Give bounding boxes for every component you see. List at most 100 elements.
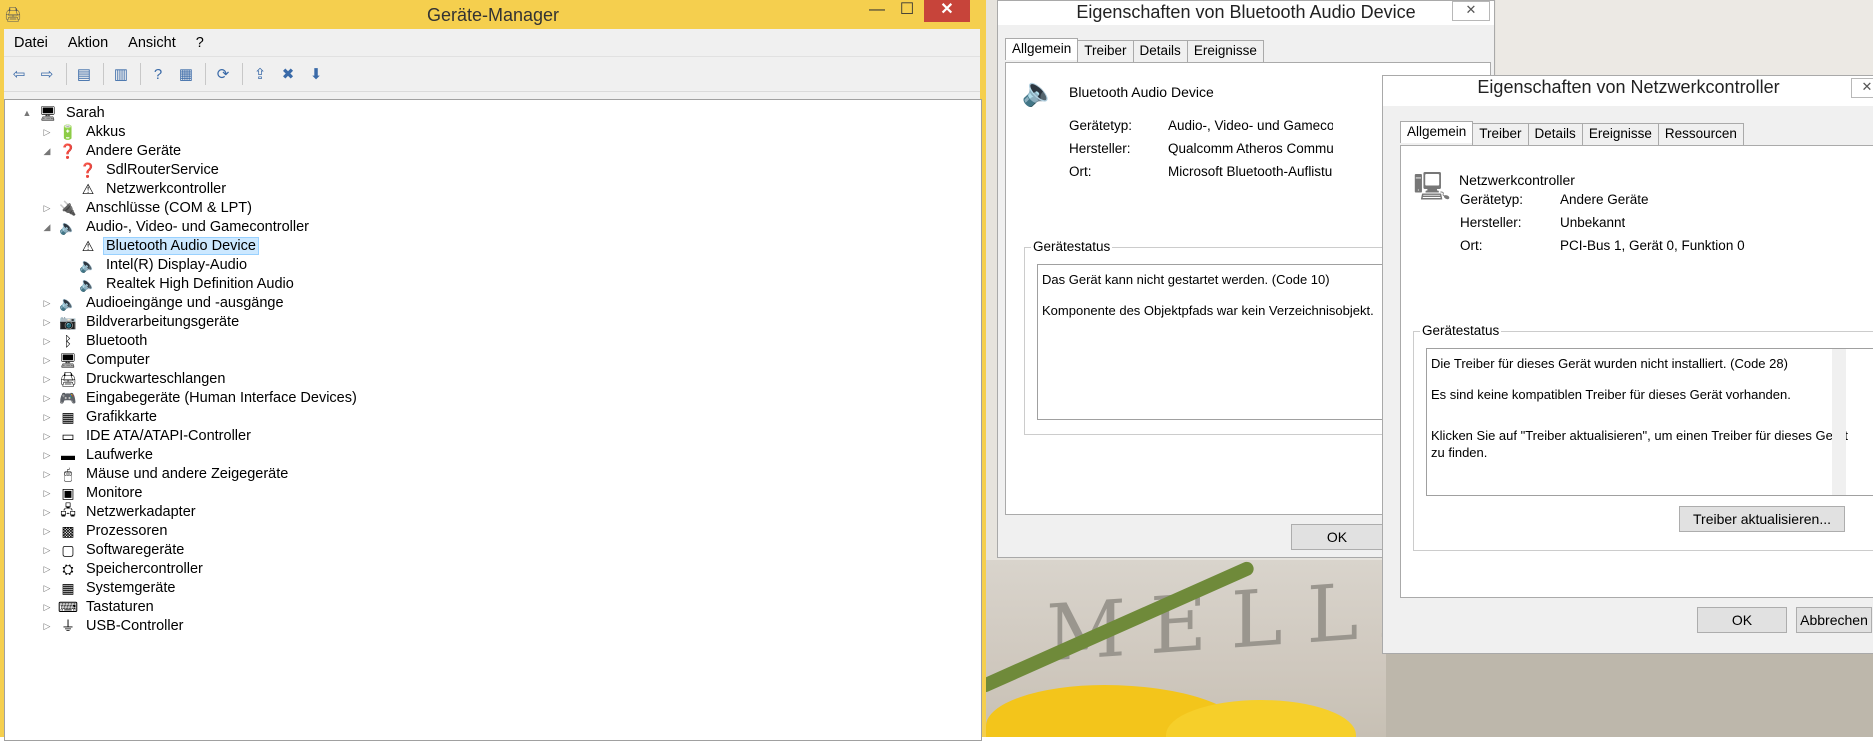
device-category-icon: ⌨ xyxy=(57,598,79,615)
property-label: Hersteller: xyxy=(1069,141,1131,156)
show-hide-icon[interactable]: ▤ xyxy=(73,63,95,85)
tree-item-label: Bluetooth Audio Device xyxy=(103,237,259,255)
tab-allgemein[interactable]: Allgemein xyxy=(1005,38,1079,60)
expand-toggle-icon[interactable]: ▷ xyxy=(41,564,53,575)
expand-toggle-icon[interactable]: ▷ xyxy=(41,355,53,366)
status-textbox[interactable]: Die Treiber für dieses Gerät wurden nich… xyxy=(1426,348,1873,496)
expand-toggle-icon[interactable]: ▷ xyxy=(41,469,53,480)
enable-icon[interactable]: ⬇ xyxy=(305,63,327,85)
network-controller-properties-dialog: Eigenschaften von Netzwerkcontroller ✕ A… xyxy=(1382,75,1873,654)
device-category-icon: ᛒ xyxy=(63,333,73,349)
status-line: Es sind keine kompatiblen Treiber für di… xyxy=(1431,387,1791,402)
expand-toggle-icon[interactable]: ▲ xyxy=(21,108,33,118)
toolbar-separator xyxy=(66,63,67,85)
expand-toggle-icon[interactable]: ▷ xyxy=(41,602,53,613)
expand-toggle-icon[interactable]: ◢ xyxy=(41,146,53,157)
property-label: Ort: xyxy=(1069,164,1092,179)
tab-allgemein[interactable]: Allgemein xyxy=(1400,121,1474,143)
device-category-icon: 🖥 xyxy=(39,104,57,121)
tree-item[interactable]: ▷ ⏚ USB-Controller xyxy=(41,615,187,637)
expand-toggle-icon[interactable]: ▷ xyxy=(41,127,53,138)
minimize-button[interactable]: — xyxy=(862,0,892,22)
device-category-icon: 🔈 xyxy=(79,256,97,273)
expand-toggle-icon[interactable]: ◢ xyxy=(41,222,53,233)
tab-treiber[interactable]: Treiber xyxy=(1077,40,1134,62)
property-value: Microsoft Bluetooth-Auflistung xyxy=(1168,164,1333,179)
device-name: Bluetooth Audio Device xyxy=(1069,84,1214,100)
device-category-icon: ▢ xyxy=(61,541,75,558)
property-value: Audio-, Video- und Gamecontroller xyxy=(1168,118,1333,133)
tab-strip: Allgemein Treiber Details Ereignisse Ressour… xyxy=(1400,121,1744,145)
tab-ereignisse[interactable]: Ereignisse xyxy=(1186,40,1264,62)
expand-toggle-icon[interactable]: ▷ xyxy=(41,317,53,328)
properties-icon[interactable]: ▥ xyxy=(110,63,132,85)
status-scrollbar[interactable] xyxy=(1832,349,1846,495)
expand-toggle-icon[interactable]: ▷ xyxy=(41,526,53,537)
tree-item-label: SdlRouterService xyxy=(106,162,219,178)
forward-icon[interactable]: ⇨ xyxy=(36,63,58,85)
expand-toggle-icon[interactable]: ▷ xyxy=(41,203,53,214)
tab-treiber[interactable]: Treiber xyxy=(1472,123,1529,145)
property-value: PCI-Bus 1, Gerät 0, Funktion 0 xyxy=(1560,238,1745,253)
expand-toggle-icon[interactable]: ▷ xyxy=(41,450,53,461)
device-manager-body: Datei Aktion Ansicht? ⇦ ⇨ ▤ ▥? ▦ ⟳ ⇪ ✖ ⬇ ▲ 🖥 Sarah ▷ 🔋… xyxy=(4,29,982,741)
maximize-button[interactable]: ☐ xyxy=(892,0,922,22)
tree-item-label: Eingabegeräte (Human Interface Devices) xyxy=(86,390,357,406)
update-driver-button[interactable]: Treiber aktualisieren... xyxy=(1679,506,1845,532)
device-category-icon: ❓ xyxy=(79,161,97,178)
expand-toggle-icon[interactable]: ▷ xyxy=(41,298,53,309)
dialog-close-button[interactable]: ✕ xyxy=(1452,1,1490,21)
tab-details[interactable]: Details xyxy=(1132,40,1188,62)
status-line: Die Treiber für dieses Gerät wurden nich… xyxy=(1431,356,1788,371)
device-tree[interactable]: ▲ 🖥 Sarah ▷ 🔋 Akkus ◢ ❓ Andere Geräte ❓ SdlRouterS… xyxy=(4,99,982,741)
cancel-button[interactable]: Abbrechen xyxy=(1796,607,1872,633)
menu-item[interactable]: Ansicht xyxy=(118,35,186,51)
expand-toggle-icon[interactable]: ▷ xyxy=(41,431,53,442)
help-icon[interactable]: ? xyxy=(147,63,169,85)
expand-toggle-icon[interactable]: ▷ xyxy=(41,545,53,556)
expand-toggle-icon[interactable]: ▷ xyxy=(41,393,53,404)
status-line: Klicken Sie auf "Treiber aktualisieren",… xyxy=(1431,428,1848,460)
device-category-icon: ▦ xyxy=(61,408,75,425)
dialog-close-button[interactable]: ✕ xyxy=(1851,78,1873,98)
menu-item[interactable]: Datei xyxy=(4,35,58,51)
tree-item-label: Computer xyxy=(86,352,150,368)
property-label: Gerätetyp: xyxy=(1460,192,1524,207)
scan-icon[interactable]: ⟳ xyxy=(212,63,234,85)
tree-item-label: Audio-, Video- und Gamecontroller xyxy=(86,219,309,235)
tab-ereignisse[interactable]: Ereignisse xyxy=(1581,123,1659,145)
device-category-icon: ❓ xyxy=(59,142,77,159)
tree-item-label: Mäuse und andere Zeigegeräte xyxy=(86,466,289,482)
property-value: Qualcomm Atheros Communications xyxy=(1168,141,1333,156)
back-icon[interactable]: ⇦ xyxy=(8,63,30,85)
expand-toggle-icon[interactable]: ▷ xyxy=(41,488,53,499)
expand-toggle-icon[interactable]: ▷ xyxy=(41,621,53,632)
ok-button[interactable]: OK xyxy=(1697,607,1787,633)
menu-item[interactable]: Aktion xyxy=(58,35,118,51)
expand-toggle-icon[interactable]: ▷ xyxy=(41,583,53,594)
tree-item-label: IDE ATA/ATAPI-Controller xyxy=(86,428,251,444)
status-group: Gerätestatus Die Treiber für dieses Gerä… xyxy=(1413,323,1873,551)
desktop-wall xyxy=(1496,0,1873,80)
update-driver-icon[interactable]: ⇪ xyxy=(249,63,271,85)
ok-button[interactable]: OK xyxy=(1291,524,1383,550)
tab-details[interactable]: Details xyxy=(1527,123,1583,145)
toolbar-separator xyxy=(140,63,141,85)
expand-toggle-icon[interactable]: ▷ xyxy=(41,507,53,518)
tree-item-label: Monitore xyxy=(86,485,143,501)
expand-toggle-icon[interactable]: ▷ xyxy=(41,412,53,423)
expand-toggle-icon[interactable]: ▷ xyxy=(41,336,53,347)
tab-ressourcen[interactable]: Ressourcen xyxy=(1657,123,1744,145)
uninstall-icon[interactable]: ✖ xyxy=(277,63,299,85)
device-category-icon: 🖧 xyxy=(60,502,76,518)
menu-bar: Datei Aktion Ansicht? xyxy=(4,29,980,56)
dialog-title: Eigenschaften von Bluetooth Audio Device xyxy=(998,1,1494,25)
device-category-icon: 🖨 xyxy=(59,370,77,387)
close-button[interactable]: ✕ xyxy=(924,0,970,22)
action-pane-icon[interactable]: ▦ xyxy=(175,63,197,85)
menu-item[interactable]: ? xyxy=(186,35,214,51)
device-category-icon: ▭ xyxy=(61,427,75,444)
expand-toggle-icon[interactable]: ▷ xyxy=(41,374,53,385)
tree-item-label: Sarah xyxy=(66,105,105,121)
title-bar[interactable]: 🖨 Geräte-Manager — ☐ ✕ xyxy=(0,0,986,29)
